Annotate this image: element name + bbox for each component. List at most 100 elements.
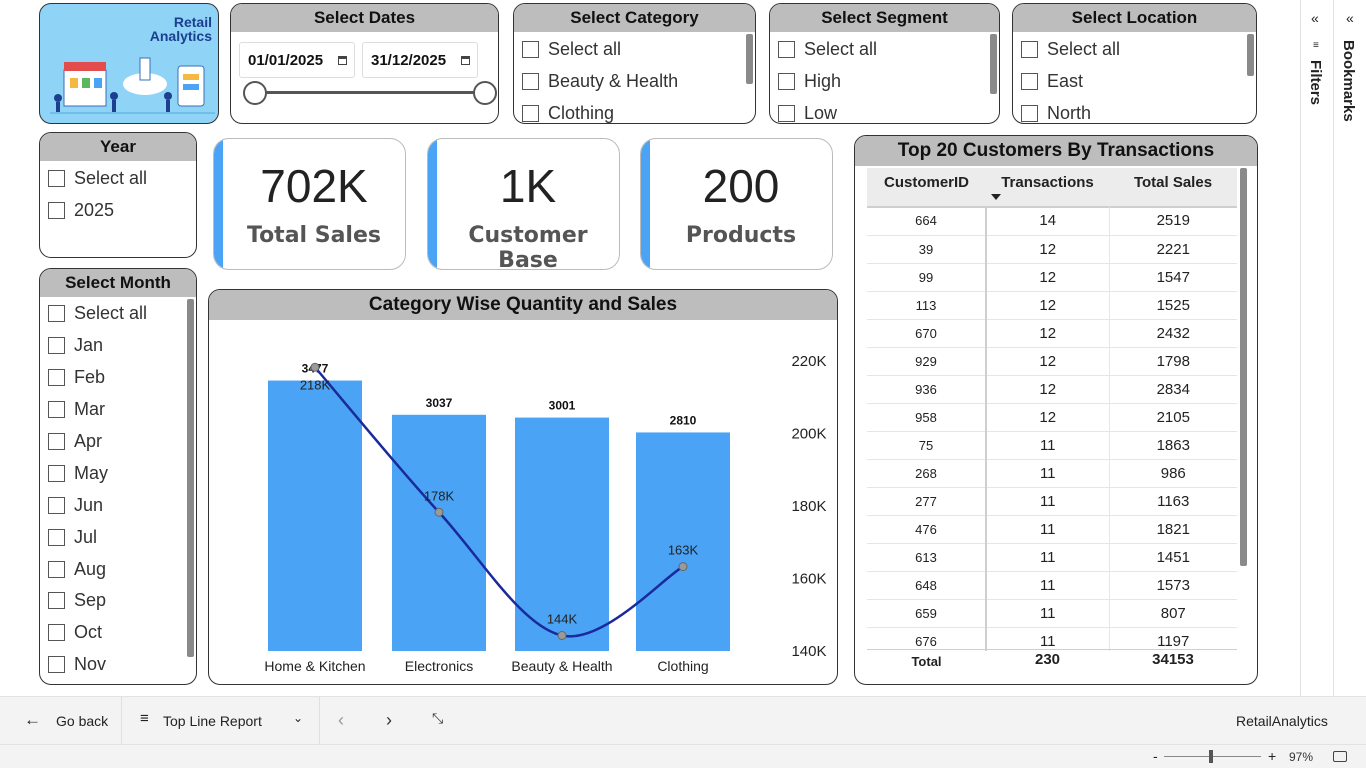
collapse-bookmarks-icon[interactable]: « bbox=[1346, 10, 1354, 26]
filters-pane[interactable]: « ≡ Filters bbox=[1300, 0, 1333, 696]
month-option[interactable]: Select all bbox=[40, 298, 196, 330]
checkbox[interactable] bbox=[778, 40, 795, 58]
calendar-icon[interactable] bbox=[338, 56, 347, 65]
month-option[interactable]: Apr bbox=[40, 426, 196, 458]
checkbox[interactable] bbox=[48, 169, 65, 187]
checkbox[interactable] bbox=[48, 401, 65, 419]
checkbox[interactable] bbox=[522, 40, 539, 58]
month-option[interactable]: Jun bbox=[40, 489, 196, 521]
month-option[interactable]: Jul bbox=[40, 521, 196, 553]
checkbox[interactable] bbox=[1021, 104, 1038, 122]
table-row[interactable]: 277 11 1163 bbox=[867, 487, 1237, 516]
month-scrollbar[interactable] bbox=[187, 299, 194, 657]
month-option[interactable]: Sep bbox=[40, 585, 196, 617]
date-range-start-handle[interactable] bbox=[243, 81, 267, 105]
collapse-filters-icon[interactable]: « bbox=[1311, 10, 1319, 26]
checkbox[interactable] bbox=[48, 337, 65, 355]
category-option[interactable]: Select all bbox=[514, 33, 755, 65]
segment-scrollbar[interactable] bbox=[990, 34, 997, 94]
table-row[interactable]: 476 11 1821 bbox=[867, 515, 1237, 544]
zoom-slider-handle[interactable] bbox=[1209, 750, 1213, 763]
column-header-transactions[interactable]: Transactions bbox=[986, 174, 1109, 191]
segment-option[interactable]: Select all bbox=[770, 33, 999, 65]
segment-option[interactable]: Low bbox=[770, 97, 999, 123]
month-option[interactable]: Mar bbox=[40, 394, 196, 426]
previous-page-icon[interactable]: ‹ bbox=[338, 710, 344, 731]
cell-transactions: 11 bbox=[986, 571, 1110, 600]
checkbox[interactable] bbox=[48, 560, 65, 578]
go-back-button[interactable]: ← Go back bbox=[0, 697, 122, 745]
sales-data-label: 144K bbox=[547, 612, 578, 627]
bookmarks-label[interactable]: Bookmarks bbox=[1340, 40, 1357, 122]
checkbox[interactable] bbox=[48, 305, 65, 323]
checkbox[interactable] bbox=[48, 464, 65, 482]
table-row[interactable]: 39 12 2221 bbox=[867, 235, 1237, 264]
checkbox[interactable] bbox=[48, 433, 65, 450]
zoom-in-button[interactable]: + bbox=[1268, 748, 1276, 764]
month-option[interactable]: Aug bbox=[40, 553, 196, 585]
table-row[interactable]: 113 12 1525 bbox=[867, 291, 1237, 320]
table-row[interactable]: 659 11 807 bbox=[867, 599, 1237, 628]
table-row[interactable]: 936 12 2834 bbox=[867, 375, 1237, 404]
year-option[interactable]: Select all bbox=[40, 162, 196, 194]
location-option[interactable]: Select all bbox=[1013, 33, 1256, 65]
month-option[interactable]: Nov bbox=[40, 649, 196, 681]
table-row[interactable]: 676 11 1197 bbox=[867, 627, 1237, 651]
start-date-input[interactable]: 01/01/2025 bbox=[239, 42, 355, 78]
table-row[interactable]: 268 11 986 bbox=[867, 459, 1237, 488]
checkbox[interactable] bbox=[778, 104, 795, 122]
category-option[interactable]: Beauty & Health bbox=[514, 65, 755, 97]
checkbox[interactable] bbox=[1021, 40, 1038, 58]
table-row[interactable]: 670 12 2432 bbox=[867, 319, 1237, 348]
table-scrollbar[interactable] bbox=[1240, 168, 1247, 566]
table-row[interactable]: 75 11 1863 bbox=[867, 431, 1237, 460]
month-option[interactable]: Jan bbox=[40, 330, 196, 362]
table-row[interactable]: 664 14 2519 bbox=[867, 207, 1237, 236]
fit-to-screen-icon[interactable] bbox=[1333, 751, 1347, 762]
month-slicer-title: Select Month bbox=[40, 269, 196, 297]
end-date-input[interactable]: 31/12/2025 bbox=[362, 42, 478, 78]
column-header-total-sales[interactable]: Total Sales bbox=[1109, 174, 1237, 191]
category-option[interactable]: Clothing bbox=[514, 97, 755, 123]
cell-total-sales: 1547 bbox=[1109, 263, 1237, 292]
cell-total-sales: 807 bbox=[1109, 599, 1237, 628]
category-scrollbar[interactable] bbox=[746, 34, 753, 84]
table-row[interactable]: 958 12 2105 bbox=[867, 403, 1237, 432]
date-range-end-handle[interactable] bbox=[473, 81, 497, 105]
location-option[interactable]: East bbox=[1013, 65, 1256, 97]
checkbox[interactable] bbox=[48, 528, 65, 546]
fit-to-page-icon[interactable]: ⤡ bbox=[432, 710, 443, 727]
year-option[interactable]: 2025 bbox=[40, 194, 196, 226]
month-option[interactable]: Oct bbox=[40, 617, 196, 649]
kpi-value: 702K bbox=[260, 160, 368, 212]
page-selector-label: Top Line Report bbox=[163, 713, 262, 729]
column-header-customerid[interactable]: CustomerID bbox=[867, 174, 986, 191]
bookmarks-pane[interactable]: « Bookmarks bbox=[1333, 0, 1366, 696]
page-selector[interactable]: ≡ Top Line Report ⌄ bbox=[123, 697, 320, 745]
table-row[interactable]: 929 12 1798 bbox=[867, 347, 1237, 376]
checkbox[interactable] bbox=[778, 72, 795, 90]
checkbox[interactable] bbox=[522, 72, 539, 90]
location-scrollbar[interactable] bbox=[1247, 34, 1254, 76]
sort-descending-icon[interactable] bbox=[991, 194, 1001, 200]
checkbox[interactable] bbox=[522, 104, 539, 122]
table-row[interactable]: 99 12 1547 bbox=[867, 263, 1237, 292]
checkbox[interactable] bbox=[1021, 72, 1038, 90]
table-row[interactable]: 613 11 1451 bbox=[867, 543, 1237, 572]
checkbox[interactable] bbox=[48, 624, 65, 642]
checkbox[interactable] bbox=[48, 656, 65, 674]
checkbox[interactable] bbox=[48, 201, 65, 219]
checkbox[interactable] bbox=[48, 496, 65, 514]
segment-option[interactable]: High bbox=[770, 65, 999, 97]
calendar-icon[interactable] bbox=[461, 56, 470, 65]
month-option[interactable]: Feb bbox=[40, 362, 196, 394]
zoom-out-button[interactable]: - bbox=[1153, 748, 1158, 764]
top-customers-title: Top 20 Customers By Transactions bbox=[855, 136, 1257, 166]
checkbox[interactable] bbox=[48, 369, 65, 387]
filters-label[interactable]: Filters bbox=[1307, 60, 1324, 105]
next-page-icon[interactable]: › bbox=[386, 710, 392, 731]
table-row[interactable]: 648 11 1573 bbox=[867, 571, 1237, 600]
location-option[interactable]: North bbox=[1013, 97, 1256, 123]
month-option[interactable]: May bbox=[40, 457, 196, 489]
checkbox[interactable] bbox=[48, 592, 65, 610]
